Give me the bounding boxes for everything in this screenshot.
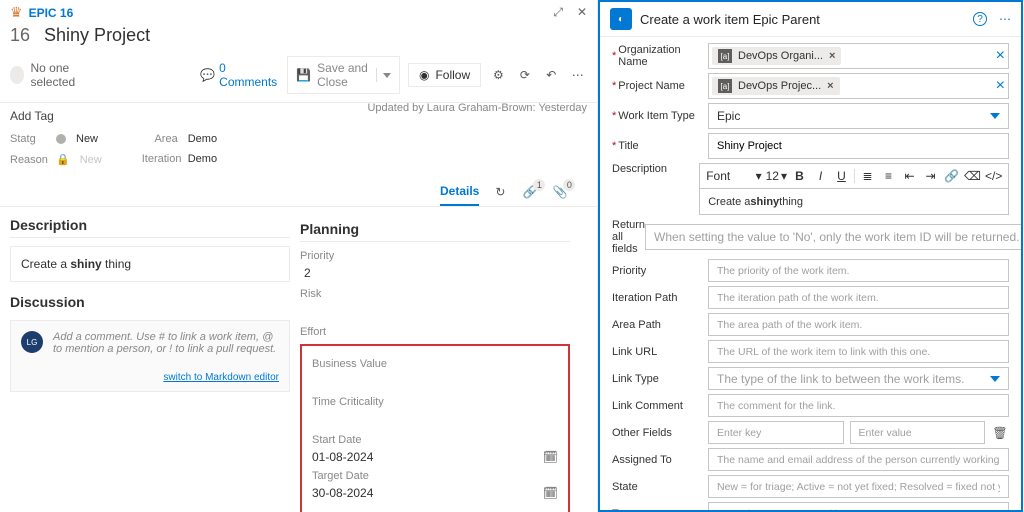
start-date-value[interactable]: 01-08-2024 <box>312 450 373 464</box>
comment-icon: 💬 <box>200 68 215 82</box>
iteration-value[interactable]: Demo <box>188 153 217 165</box>
clear-format-icon[interactable]: ⌫ <box>964 169 981 183</box>
link-comment-input[interactable] <box>708 394 1009 417</box>
other-value-input[interactable] <box>850 421 986 444</box>
save-icon: 💾 <box>296 68 311 82</box>
target-date-value[interactable]: 30-08-2024 <box>312 486 373 500</box>
work-item-panel: ♛ EPIC 16 ⤢ ✕ 16 Shiny Project No one se… <box>0 0 598 512</box>
effort-label: Effort <box>300 326 570 338</box>
clear-icon[interactable]: × <box>996 47 1005 65</box>
undo-icon[interactable]: ↶ <box>542 63 560 87</box>
remove-chip-icon[interactable]: × <box>829 50 835 62</box>
gear-icon[interactable]: ⚙ <box>489 63 507 87</box>
work-item-type-select[interactable]: Epic <box>708 103 1009 129</box>
save-and-close-button[interactable]: 💾 Save and Close <box>287 56 400 94</box>
time-criticality-label: Time Criticality <box>312 396 558 408</box>
panel-title: Create a work item Epic Parent <box>640 12 820 27</box>
close-icon[interactable]: ✕ <box>577 5 587 20</box>
return-all-fields-select[interactable]: When setting the value to 'No', only the… <box>645 224 1021 250</box>
project-name-input[interactable]: [a]DevOps Projec...× × <box>708 73 1009 99</box>
number-list-icon[interactable]: ≡ <box>880 169 897 183</box>
link-type-select[interactable]: The type of the link to between the work… <box>708 367 1009 390</box>
comments-link[interactable]: 💬 0 Comments <box>200 61 277 89</box>
epic-id: EPIC 16 <box>29 6 74 20</box>
underline-icon[interactable]: U <box>833 169 850 183</box>
start-date-label: Start Date <box>312 434 558 446</box>
remove-chip-icon[interactable]: × <box>827 80 833 92</box>
power-automate-panel: ◐ Create a work item Epic Parent ? ⋯ *Or… <box>598 0 1023 512</box>
help-icon[interactable]: ? <box>973 12 987 26</box>
more-icon[interactable]: ⋯ <box>569 63 587 87</box>
risk-label: Risk <box>300 288 570 300</box>
comment-placeholder: Add a comment. Use # to link a work item… <box>53 331 279 355</box>
indent-icon[interactable]: ⇥ <box>922 169 939 183</box>
italic-icon[interactable]: I <box>812 169 829 183</box>
state-input[interactable] <box>708 475 1009 498</box>
tab-details[interactable]: Details <box>440 178 479 206</box>
font-size-select[interactable]: 12 ▾ <box>766 169 787 183</box>
risk-value[interactable] <box>300 304 570 318</box>
code-view-icon[interactable]: </> <box>985 169 1002 183</box>
bullet-list-icon[interactable]: ≣ <box>859 169 876 183</box>
work-item-title[interactable]: Shiny Project <box>44 25 150 46</box>
links-tab-icon[interactable]: 🔗1 <box>521 183 539 201</box>
chevron-down-icon <box>990 376 1000 382</box>
planning-heading: Planning <box>300 221 570 242</box>
state-dot-icon <box>56 134 66 144</box>
assigned-to-input[interactable] <box>708 448 1009 471</box>
chevron-down-icon <box>990 113 1000 119</box>
updated-by-text: Updated by Laura Graham-Brown: Yesterday <box>367 102 587 114</box>
avatar: LG <box>21 331 43 353</box>
state-label: Statg <box>10 133 46 145</box>
eye-icon: ◉ <box>419 68 429 82</box>
link-icon[interactable]: 🔗 <box>943 169 960 183</box>
delete-icon[interactable]: 🗑 <box>991 424 1009 442</box>
area-input[interactable] <box>708 313 1009 336</box>
iteration-input[interactable] <box>708 286 1009 309</box>
reason-label: Reason <box>10 154 46 166</box>
target-date-label: Target Date <box>312 470 558 482</box>
description-input[interactable]: Create a shiny thing <box>699 189 1009 215</box>
state-value[interactable]: New <box>76 133 98 145</box>
area-value[interactable]: Demo <box>188 133 217 145</box>
dates-highlight-box: Business Value Time Criticality Start Da… <box>300 344 570 512</box>
font-select[interactable]: Font ▾ <box>706 169 761 183</box>
link-url-input[interactable] <box>708 340 1009 363</box>
assigned-to-text[interactable]: No one selected <box>30 61 100 89</box>
other-key-input[interactable] <box>708 421 844 444</box>
unassigned-avatar <box>10 66 24 84</box>
comment-box[interactable]: LG Add a comment. Use # to link a work i… <box>10 320 290 392</box>
work-item-number: 16 <box>10 25 30 46</box>
discussion-heading: Discussion <box>10 294 290 310</box>
priority-label: Priority <box>300 250 570 262</box>
area-label: Area <box>142 133 178 145</box>
expand-icon[interactable]: ⤢ <box>553 5 563 20</box>
lock-icon: 🔒 <box>56 153 70 166</box>
priority-input[interactable] <box>708 259 1009 282</box>
attachments-tab-icon[interactable]: 📎0 <box>551 183 569 201</box>
business-value-label: Business Value <box>312 358 558 370</box>
calendar-icon[interactable]: 🗓 <box>543 450 558 464</box>
outdent-icon[interactable]: ⇤ <box>901 169 918 183</box>
history-tab-icon[interactable]: ↻ <box>491 183 509 201</box>
crown-icon: ♛ <box>10 4 23 21</box>
clear-icon[interactable]: × <box>996 77 1005 95</box>
description-heading: Description <box>10 217 290 238</box>
chevron-down-icon[interactable] <box>383 73 391 78</box>
devops-app-icon: ◐ <box>610 8 632 30</box>
rte-toolbar[interactable]: Font ▾ 12 ▾ B I U ≣ ≡ ⇤ ⇥ 🔗 ⌫ </> <box>699 163 1009 189</box>
iteration-label: Iteration <box>142 153 178 165</box>
bold-icon[interactable]: B <box>791 169 808 183</box>
title-input[interactable] <box>708 133 1009 159</box>
follow-button[interactable]: ◉ Follow <box>408 63 481 87</box>
reason-value: New <box>80 154 102 166</box>
org-name-input[interactable]: [a]DevOps Organi...× × <box>708 43 1009 69</box>
refresh-icon[interactable]: ⟳ <box>516 63 534 87</box>
priority-value[interactable]: 2 <box>300 266 570 280</box>
calendar-icon[interactable]: 🗓 <box>543 486 558 500</box>
tags-input[interactable] <box>708 502 1009 510</box>
more-options-icon[interactable]: ⋯ <box>999 12 1011 26</box>
description-editor[interactable]: Create a shiny thing <box>10 246 290 282</box>
markdown-switch-link[interactable]: switch to Markdown editor <box>163 372 279 383</box>
